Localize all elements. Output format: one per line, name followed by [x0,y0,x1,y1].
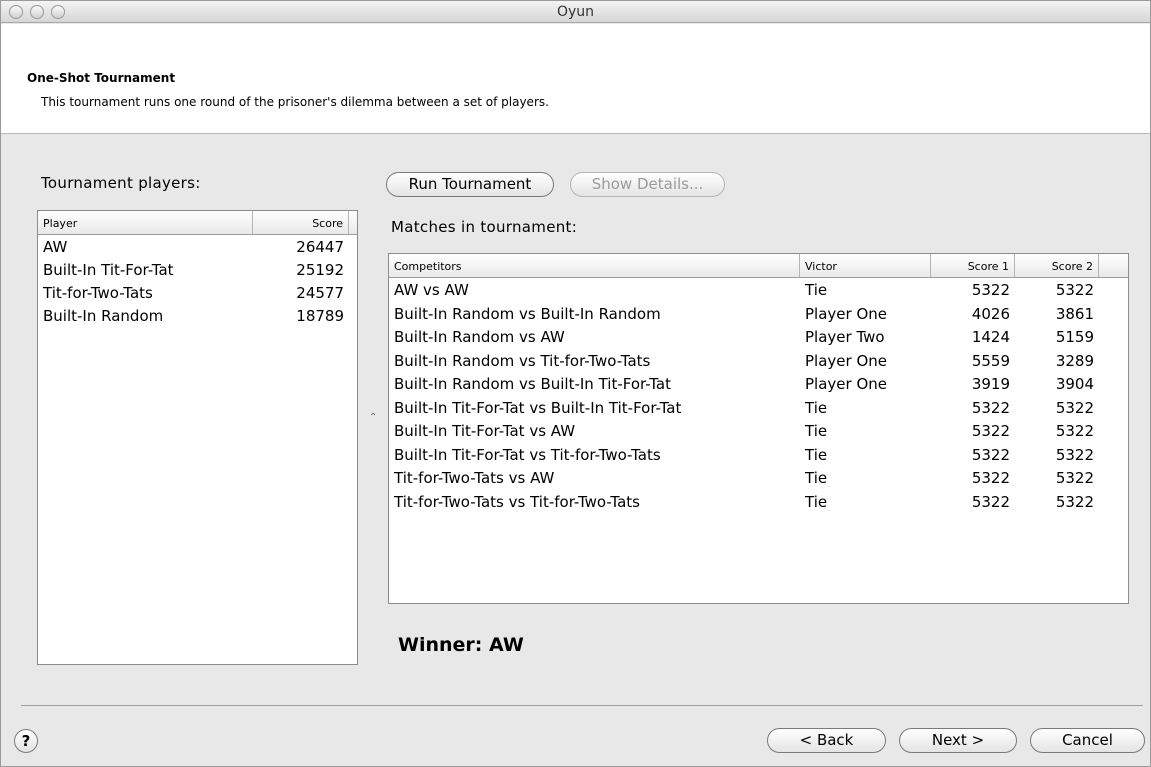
match-competitors: Built-In Random vs Built-In Random [394,304,661,323]
player-name: Built-In Random [43,307,164,325]
match-score-2: 3289 [1055,351,1094,370]
match-victor: Player One [805,375,887,393]
player-name: Built-In Tit-For-Tat [43,261,174,279]
match-victor: Tie [805,398,828,417]
column-header-victor[interactable]: Victor [800,254,931,277]
table-row[interactable]: AW vs AW Tie 5322 5322 [389,278,1128,302]
matches-table[interactable]: Competitors Victor Score 1 Score 2 AW vs… [388,253,1129,604]
match-victor: Tie [805,422,828,440]
table-row[interactable]: Built-In Tit-For-Tat vs Built-In Tit-For… [389,396,1128,420]
column-header-score-1[interactable]: Score 1 [931,254,1015,277]
column-header-score[interactable]: Score [253,211,349,234]
match-competitors: Built-In Random vs AW [394,328,565,346]
match-score-2: 5159 [1055,328,1094,346]
match-victor: Tie [805,281,828,299]
table-row[interactable]: Built-In Tit-For-Tat vs AW Tie 5322 5322 [389,419,1128,443]
match-victor: Player One [805,304,887,323]
table-row[interactable]: Built-In Tit-For-Tat vs Tit-for-Two-Tats… [389,443,1128,467]
table-row[interactable]: Tit-for-Two-Tats vs AW Tie 5322 5322 [389,466,1128,490]
title-bar: Oyun [1,1,1150,23]
page-title: One-Shot Tournament [27,71,176,85]
splitter-handle-icon[interactable]: ⌃ [369,412,377,423]
back-button[interactable]: < Back [767,728,886,753]
match-victor: Tie [805,445,828,464]
match-score-2: 5322 [1055,492,1094,511]
column-header-competitors[interactable]: Competitors [389,254,800,277]
player-score: 26447 [296,238,344,256]
table-row[interactable]: Tit-for-Two-Tats vs Tit-for-Two-Tats Tie 5… [389,490,1128,514]
table-row[interactable]: AW 26447 [38,235,357,258]
match-competitors: Tit-for-Two-Tats vs Tit-for-Two-Tats [394,492,640,511]
match-score-2: 5322 [1055,422,1094,440]
cancel-button[interactable]: Cancel [1030,728,1145,753]
match-score-2: 5322 [1055,445,1094,464]
match-score-1: 5322 [971,281,1010,299]
players-label: Tournament players: [41,174,201,192]
player-name: AW [43,238,68,256]
wizard-header: One-Shot Tournament This tournament runs… [1,24,1150,134]
next-button[interactable]: Next > [899,728,1017,753]
player-name: Tit-for-Two-Tats [43,284,153,302]
help-button[interactable]: ? [14,729,38,753]
players-table[interactable]: Player Score AW 26447 Built-In Tit-For-T… [37,210,358,665]
winner-text: Winner: AW [398,634,524,656]
match-score-1: 5322 [971,398,1010,417]
table-row[interactable]: Tit-for-Two-Tats 24577 [38,281,357,304]
table-row[interactable]: Built-In Tit-For-Tat 25192 [38,258,357,281]
table-row[interactable]: Built-In Random vs Built-In Random Player… [389,302,1128,326]
window-title: Oyun [556,4,595,20]
match-score-1: 1424 [971,328,1010,346]
match-competitors: Built-In Tit-For-Tat vs Tit-for-Two-Tats [394,445,661,464]
match-victor: Tie [805,492,828,511]
match-victor: Player Two [805,328,885,346]
player-score: 18789 [296,307,344,325]
match-score-1: 5322 [971,469,1010,487]
match-victor: Player One [805,351,887,370]
column-header-player[interactable]: Player [38,211,253,234]
match-competitors: AW vs AW [394,281,469,299]
match-competitors: Built-In Tit-For-Tat vs AW [394,422,576,440]
match-score-1: 5322 [971,492,1010,511]
matches-table-body: AW vs AW Tie 5322 5322 Built-In Random vs Bu… [389,278,1128,513]
show-details-button: Show Details... [570,172,725,197]
run-tournament-button[interactable]: Run Tournament [386,172,554,197]
match-score-1: 4026 [971,304,1010,323]
match-victor: Tie [805,469,828,487]
table-row[interactable]: Built-In Random vs Tit-for-Two-Tats Playe… [389,349,1128,373]
match-score-2: 3861 [1055,304,1094,323]
match-competitors: Built-In Random vs Built-In Tit-For-Tat [394,375,672,393]
match-score-1: 5322 [971,445,1010,464]
wizard-window: Oyun One-Shot Tournament This tournament… [0,0,1151,767]
match-score-2: 3904 [1055,375,1094,393]
match-score-1: 5559 [971,351,1010,370]
match-score-1: 3919 [971,375,1010,393]
column-header-score-2[interactable]: Score 2 [1015,254,1099,277]
matches-table-header: Competitors Victor Score 1 Score 2 [389,254,1128,278]
table-row[interactable]: Built-In Random 18789 [38,304,357,327]
player-score: 25192 [296,261,344,279]
matches-label: Matches in tournament: [391,218,578,236]
players-table-header: Player Score [38,211,357,235]
match-score-1: 5322 [971,422,1010,440]
match-score-2: 5322 [1055,281,1094,299]
match-score-2: 5322 [1055,469,1094,487]
player-score: 24577 [296,284,344,302]
match-score-2: 5322 [1055,398,1094,417]
match-competitors: Built-In Random vs Tit-for-Two-Tats [394,351,651,370]
match-competitors: Built-In Tit-For-Tat vs Built-In Tit-For… [394,398,682,417]
table-row[interactable]: Built-In Random vs Built-In Tit-For-Tat P… [389,372,1128,396]
footer-divider [21,705,1143,706]
page-description: This tournament runs one round of the pr… [41,95,549,109]
table-row[interactable]: Built-In Random vs AW Player Two 1424 5159 [389,325,1128,349]
match-competitors: Tit-for-Two-Tats vs AW [394,469,555,487]
